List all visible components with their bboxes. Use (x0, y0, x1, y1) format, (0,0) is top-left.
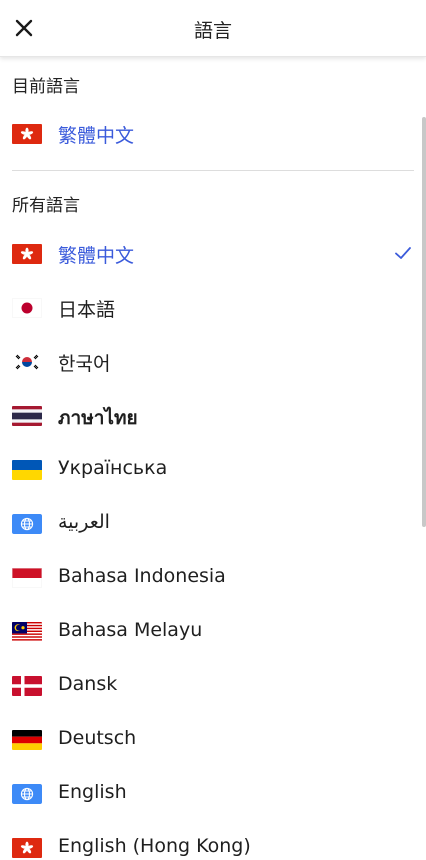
language-item-id[interactable]: Bahasa Indonesia (0, 551, 422, 605)
language-label: ภาษาไทย (58, 407, 138, 429)
language-label: Bahasa Indonesia (58, 565, 226, 587)
language-item-ar[interactable]: العربية (0, 497, 422, 551)
header-bar: 語言 (0, 0, 426, 57)
japan-flag (12, 298, 42, 318)
language-item-zh-hant[interactable]: 繁體中文 (0, 227, 422, 281)
hong-kong-flag (12, 124, 42, 144)
language-label: 한국어 (58, 353, 111, 375)
language-label: 繁體中文 (58, 245, 135, 267)
language-label: Українська (58, 457, 168, 479)
language-item-ja[interactable]: 日本語 (0, 281, 422, 335)
language-item-de[interactable]: Deutsch (0, 713, 422, 767)
language-label: Bahasa Melayu (58, 619, 203, 641)
thailand-flag (12, 406, 42, 426)
section-divider (12, 170, 414, 171)
language-item-da[interactable]: Dansk (0, 659, 422, 713)
current-language-item[interactable]: 繁體中文 (0, 107, 422, 161)
language-item-en[interactable]: English (0, 767, 422, 821)
language-item-ko[interactable]: 한국어 (0, 335, 422, 389)
current-language-label: 繁體中文 (58, 125, 135, 147)
language-label: العربية (58, 511, 110, 533)
current-language-heading: 目前語言 (12, 77, 80, 97)
malaysia-flag (12, 622, 42, 642)
scrollbar-thumb[interactable] (422, 117, 426, 527)
korea-flag (12, 352, 42, 372)
ukraine-flag (12, 460, 42, 480)
checkmark-icon (395, 247, 411, 259)
language-label: Deutsch (58, 727, 137, 749)
language-item-en-hk[interactable]: English (Hong Kong) (0, 821, 422, 860)
language-item-th[interactable]: ภาษาไทย (0, 389, 422, 443)
language-label: 日本語 (58, 299, 116, 321)
all-languages-heading: 所有語言 (12, 196, 80, 216)
globe-icon (12, 784, 42, 804)
page-title: 語言 (193, 20, 232, 42)
language-label: Dansk (58, 673, 118, 695)
indonesia-flag (12, 568, 42, 588)
denmark-flag (12, 676, 42, 696)
globe-icon (12, 514, 42, 534)
hong-kong-flag (12, 244, 42, 264)
language-list[interactable]: 目前語言 繁體中文 所有語言 繁體中文 日本語 한국어 ภาษาไทย Укра… (0, 57, 426, 860)
language-label: English (Hong Kong) (58, 835, 251, 857)
language-item-uk[interactable]: Українська (0, 443, 422, 497)
germany-flag (12, 730, 42, 750)
hong-kong-flag (12, 838, 42, 858)
language-item-ms[interactable]: Bahasa Melayu (0, 605, 422, 659)
language-label: English (58, 781, 127, 803)
